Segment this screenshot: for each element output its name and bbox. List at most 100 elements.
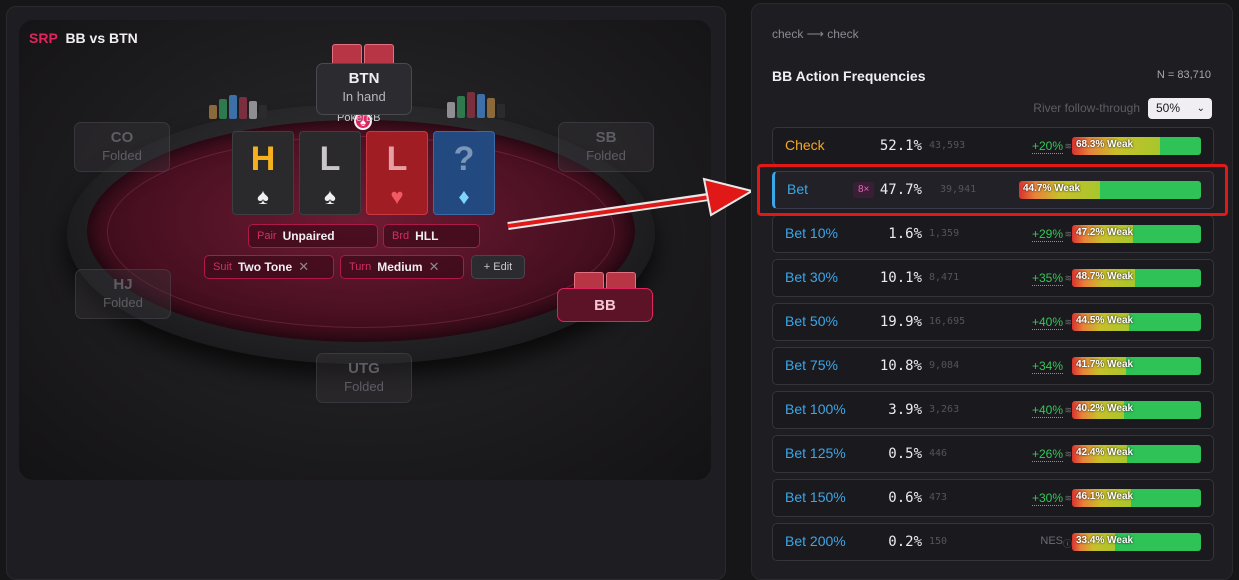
- action-label: Bet 150%: [785, 489, 846, 505]
- stack-icon: ≋: [1064, 449, 1072, 459]
- action-delta: +26%: [1031, 447, 1063, 462]
- tag-pair[interactable]: Pair Unpaired: [248, 224, 378, 248]
- action-row-bet-150[interactable]: Bet 150% 0.6% 473 +30% ≋ 46.1% Weak: [772, 479, 1214, 517]
- strength-bar: 68.3% Weak: [1072, 137, 1201, 155]
- bar-label: 33.4% Weak: [1076, 535, 1134, 546]
- action-count: 473: [929, 492, 948, 503]
- seat-sb[interactable]: SB Folded: [558, 122, 654, 172]
- card-rank: L: [386, 140, 408, 178]
- action-row-check[interactable]: Check 52.1% 43,593 +20% ≋ 68.3% Weak: [772, 127, 1214, 165]
- action-count: 8,471: [929, 272, 960, 283]
- tag-suit[interactable]: Suit Two Tone ✕: [204, 255, 334, 279]
- spot-title: SRP BB vs BTN: [29, 30, 138, 46]
- action-frequency: 10.1%: [879, 270, 922, 286]
- stack-icon: ≋: [1064, 317, 1072, 327]
- follow-through-label: River follow-through: [1033, 101, 1140, 115]
- chevron-down-icon: ⌄: [1196, 103, 1205, 114]
- bar-label: 48.7% Weak: [1076, 271, 1134, 282]
- card-rank: ?: [453, 140, 475, 178]
- seat-btn[interactable]: BTN In hand: [316, 63, 412, 115]
- strength-bar: 48.7% Weak: [1072, 269, 1201, 287]
- close-icon[interactable]: ✕: [298, 259, 309, 275]
- strength-bar: 42.4% Weak: [1072, 445, 1201, 463]
- bar-label: 44.5% Weak: [1076, 315, 1134, 326]
- follow-through-value: 50%: [1156, 101, 1181, 115]
- action-count: 150: [929, 536, 948, 547]
- spade-icon: ♠: [257, 184, 269, 209]
- card-rank: L: [319, 140, 341, 178]
- bar-rest: [1129, 313, 1201, 331]
- strength-bar: 41.7% Weak: [1072, 357, 1201, 375]
- seat-status: Folded: [344, 379, 384, 394]
- action-label: Bet 50%: [785, 313, 838, 329]
- follow-through-select[interactable]: 50% ⌄: [1148, 98, 1212, 119]
- tag-value: Two Tone: [237, 260, 293, 274]
- chip-stack-right: [447, 92, 505, 118]
- seat-status: Folded: [586, 148, 626, 163]
- board-card-4: ? ♦: [433, 131, 495, 215]
- chip-icon: [487, 98, 495, 118]
- action-delta: +20%: [1031, 139, 1063, 154]
- chip-icon: [239, 97, 247, 119]
- spade-icon: ♠: [324, 184, 336, 209]
- seat-name: BB: [594, 297, 616, 314]
- tag-key: Brd: [392, 230, 410, 242]
- seat-name: BTN: [348, 70, 380, 87]
- edit-tags-button[interactable]: + Edit: [471, 255, 525, 279]
- board-card-1: H ♠: [232, 131, 294, 215]
- strength-bar: 33.4% Weak: [1072, 533, 1201, 551]
- tag-value: Unpaired: [282, 229, 335, 243]
- stack-icon: ≋: [1064, 405, 1072, 415]
- strength-bar: 47.2% Weak: [1072, 225, 1201, 243]
- action-frequencies-panel: check ⟶ check BB Action Frequencies N = …: [751, 3, 1233, 580]
- action-row-bet-100[interactable]: Bet 100% 3.9% 3,263 +40% ≋ 40.2% Weak: [772, 391, 1214, 429]
- action-row-bet-50[interactable]: Bet 50% 19.9% 16,695 +40% ≋ 44.5% Weak: [772, 303, 1214, 341]
- action-frequency: 0.5%: [888, 446, 922, 462]
- bar-rest: [1126, 445, 1201, 463]
- tag-turn[interactable]: Turn Medium ✕: [340, 255, 464, 279]
- action-count: 16,695: [929, 316, 966, 327]
- tag-key: Suit: [213, 261, 232, 273]
- bar-label: 40.2% Weak: [1076, 403, 1134, 414]
- seat-status: Folded: [102, 148, 142, 163]
- seat-name: HJ: [113, 276, 133, 293]
- action-row-bet-125[interactable]: Bet 125% 0.5% 446 +26% ≋ 42.4% Weak: [772, 435, 1214, 473]
- chip-icon: [447, 102, 455, 118]
- action-label: Check: [785, 137, 825, 153]
- seat-bb[interactable]: BB: [557, 288, 653, 322]
- stack-icon: ≋: [1064, 493, 1072, 503]
- action-frequency: 10.8%: [879, 358, 922, 374]
- action-delta: +30%: [1031, 491, 1063, 506]
- chip-icon: [229, 95, 237, 119]
- action-row-bet-75[interactable]: Bet 75% 10.8% 9,084 +34% 41.7% Weak: [772, 347, 1214, 385]
- action-label: Bet 75%: [785, 357, 838, 373]
- action-breadcrumb[interactable]: check ⟶ check: [772, 27, 859, 41]
- annotation-arrow: [507, 177, 755, 230]
- panel-title: BB Action Frequencies: [772, 68, 926, 84]
- action-delta: +29%: [1031, 227, 1063, 242]
- action-delta: +35%: [1031, 271, 1063, 286]
- tag-brd[interactable]: Brd HLL: [383, 224, 480, 248]
- board-cards: H ♠ L ♠ L ♥ ? ♦: [232, 131, 495, 215]
- bar-rest: [1125, 357, 1201, 375]
- action-row-bet-30[interactable]: Bet 30% 10.1% 8,471 +35% ≋ 48.7% Weak: [772, 259, 1214, 297]
- seat-co[interactable]: CO Folded: [74, 122, 170, 172]
- bar-label: 46.1% Weak: [1076, 491, 1134, 502]
- action-delta: +40%: [1031, 315, 1063, 330]
- board-card-2: L ♠: [299, 131, 361, 215]
- action-row-bet-10[interactable]: Bet 10% 1.6% 1,359 +29% ≋ 47.2% Weak: [772, 215, 1214, 253]
- seat-hj[interactable]: HJ Folded: [75, 269, 171, 319]
- seat-utg[interactable]: UTG Folded: [316, 353, 412, 403]
- action-label: Bet 100%: [785, 401, 846, 417]
- spot-positions-label: BB vs BTN: [65, 30, 138, 46]
- board-card-3: L ♥: [366, 131, 428, 215]
- info-icon[interactable]: ⓘ: [1063, 537, 1072, 550]
- stack-icon: ≋: [1064, 229, 1072, 239]
- poker-table-view: SRP BB vs BTN ♠ PokerBB BTN In hand CO F…: [19, 20, 711, 480]
- action-label: Bet 30%: [785, 269, 838, 285]
- nes-label: NES: [1040, 535, 1063, 547]
- tag-key: Turn: [349, 261, 372, 273]
- action-frequency: 1.6%: [888, 226, 922, 242]
- action-row-bet-200[interactable]: Bet 200% 0.2% 150 NES ⓘ 33.4% Weak: [772, 523, 1214, 561]
- close-icon[interactable]: ✕: [429, 259, 440, 275]
